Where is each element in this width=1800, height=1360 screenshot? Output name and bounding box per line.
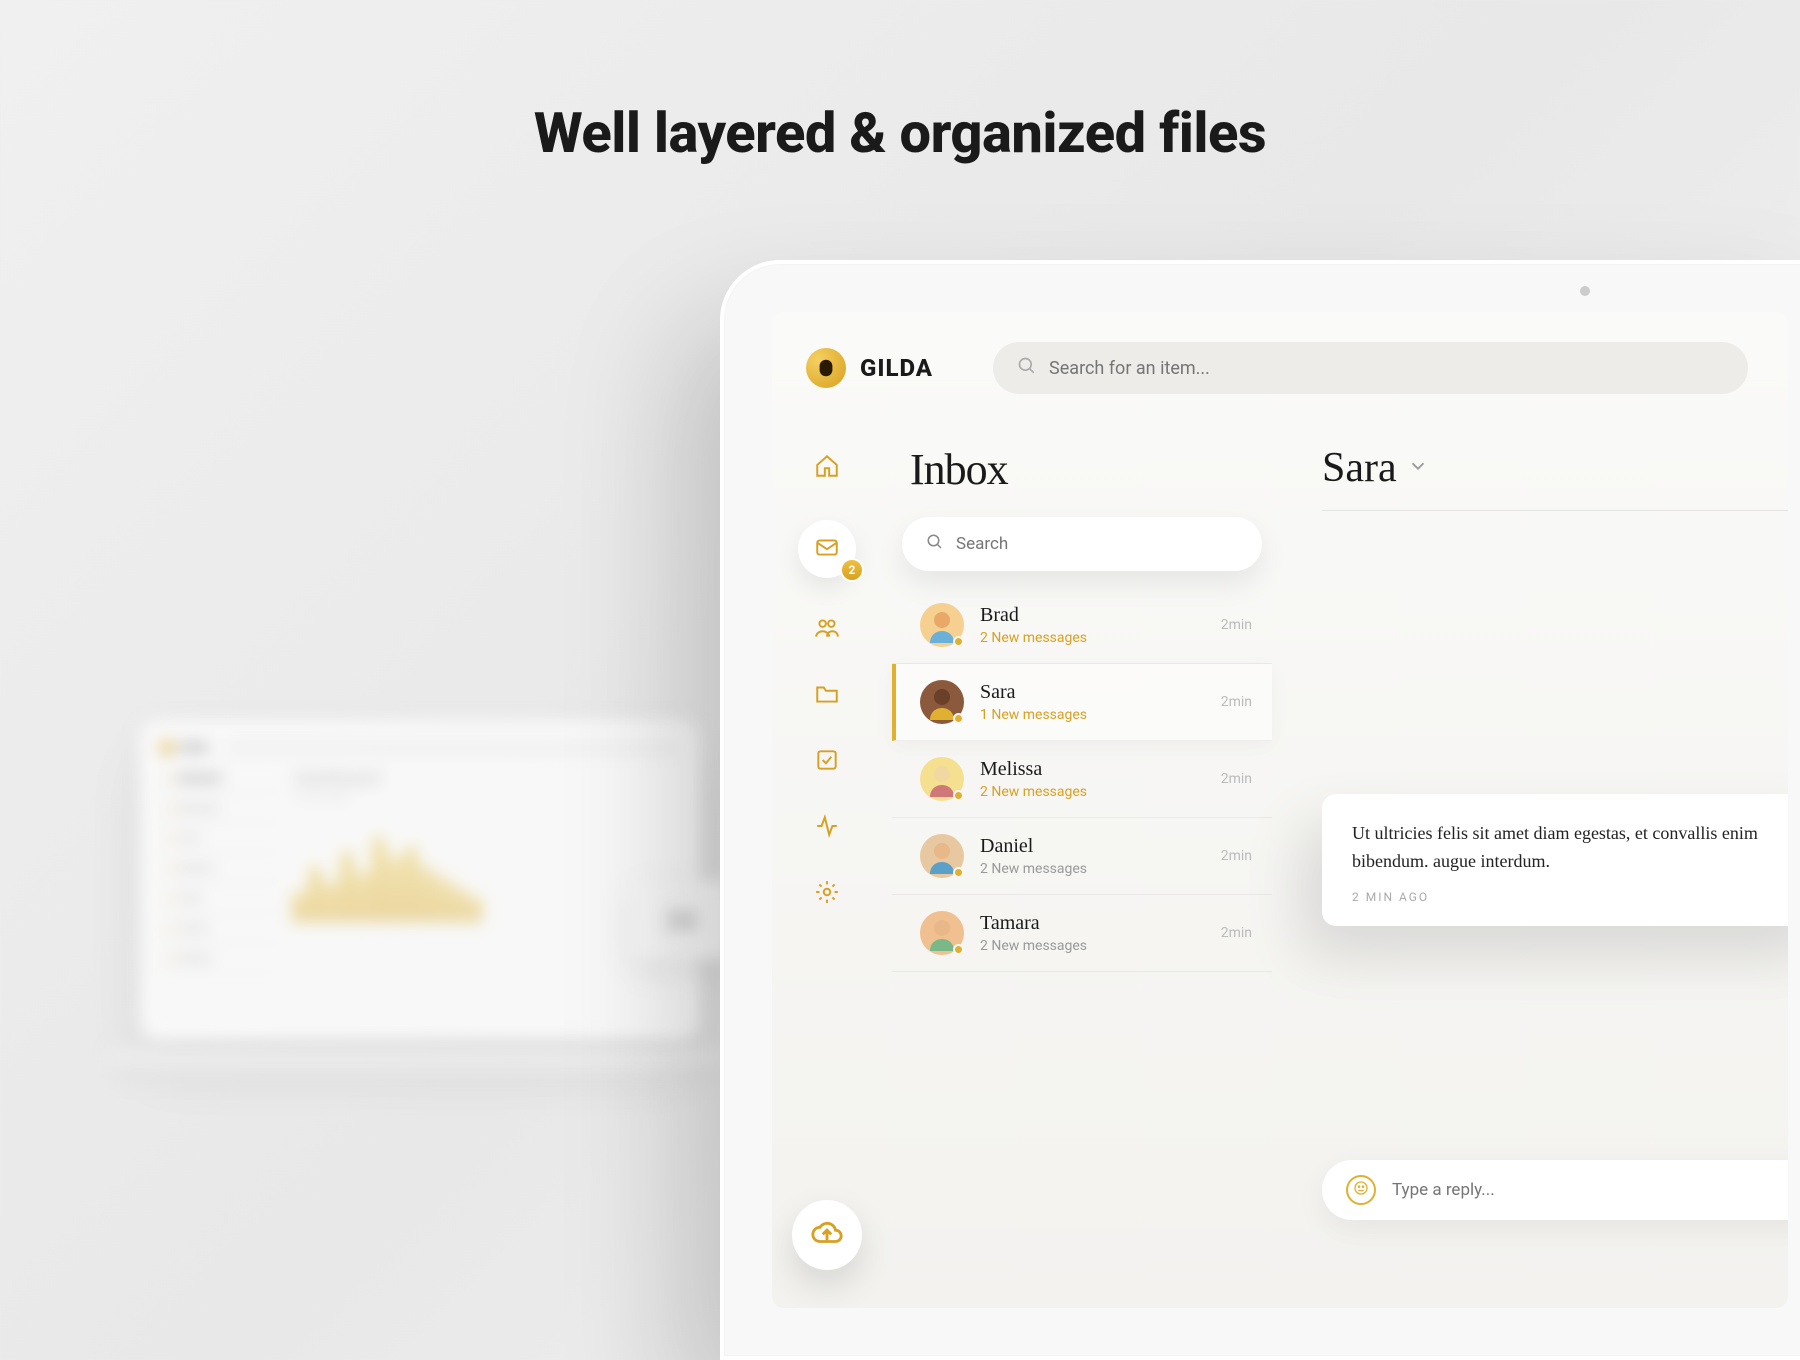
- top-bar: GILDA: [772, 312, 1788, 414]
- inbox-badge: 2: [840, 558, 864, 582]
- reply-bar[interactable]: [1322, 1160, 1788, 1220]
- bg-page-title: Dashboard: [294, 768, 680, 789]
- chat-header[interactable]: Sara: [1322, 434, 1788, 511]
- upload-button[interactable]: [792, 1200, 862, 1270]
- activity-icon: [814, 813, 840, 843]
- search-icon: [926, 533, 944, 555]
- conversation-list: Brad 2 New messages 2min Sara 1 New mess…: [892, 587, 1272, 972]
- conversation-preview: 2 New messages: [980, 938, 1205, 954]
- conversation-preview: 2 New messages: [980, 630, 1205, 646]
- brand-name: GILDA: [860, 354, 933, 382]
- brand[interactable]: GILDA: [806, 348, 933, 388]
- inbox-title: Inbox: [910, 444, 1272, 495]
- conversation-name: Sara: [980, 681, 1205, 704]
- bg-page-subtitle: Overall progress: [294, 793, 680, 802]
- global-search[interactable]: [993, 342, 1748, 394]
- conversation-time: 2min: [1221, 848, 1252, 864]
- conversation-preview: 2 New messages: [980, 861, 1205, 877]
- conversation-preview: 1 New messages: [980, 707, 1205, 723]
- avatar: [920, 834, 964, 878]
- nav-home[interactable]: [813, 454, 841, 482]
- conversation-time: 2min: [1221, 617, 1252, 633]
- conversation-item[interactable]: Brad 2 New messages 2min: [892, 587, 1272, 664]
- inbox-panel: Inbox Brad 2 New messages 2min: [882, 414, 1292, 1300]
- conversation-name: Melissa: [980, 758, 1205, 781]
- message-timestamp: 2 MIN AGO: [1352, 890, 1788, 904]
- nav-tasks[interactable]: [813, 748, 841, 776]
- global-search-input[interactable]: [1049, 358, 1724, 379]
- cloud-upload-icon: [810, 1216, 844, 1254]
- owl-logo-icon: [806, 348, 846, 388]
- message-text: Ut ultricies felis sit amet diam egestas…: [1352, 820, 1788, 876]
- nav-inbox[interactable]: 2: [798, 520, 856, 578]
- smile-icon: [1353, 1180, 1369, 1200]
- conversation-item[interactable]: Daniel 2 New messages 2min: [892, 818, 1272, 895]
- nav-people[interactable]: [813, 616, 841, 644]
- nav-activity[interactable]: [813, 814, 841, 842]
- bg-chart: [294, 812, 680, 932]
- home-icon: [814, 453, 840, 483]
- people-icon: [814, 615, 840, 645]
- message-bubble: Ut ultricies felis sit amet diam egestas…: [1322, 794, 1788, 926]
- bg-stat-card: 34: [630, 880, 730, 960]
- reply-input[interactable]: [1392, 1180, 1788, 1200]
- checkbox-icon: [814, 747, 840, 777]
- avatar: [920, 603, 964, 647]
- conversation-name: Brad: [980, 604, 1205, 627]
- avatar: [920, 757, 964, 801]
- side-nav: 2: [772, 414, 882, 1300]
- conversation-name: Daniel: [980, 835, 1205, 858]
- chevron-down-icon[interactable]: [1407, 455, 1429, 481]
- folder-icon: [814, 681, 840, 711]
- promo-headline: Well layered & organized files: [0, 100, 1800, 166]
- avatar: [920, 680, 964, 724]
- background-laptop-mockup: GILDA Dashboard Messages Team Calendar T…: [140, 720, 700, 1080]
- search-icon: [1017, 356, 1037, 381]
- conversation-item[interactable]: Sara 1 New messages 2min: [892, 664, 1272, 741]
- conversation-time: 2min: [1221, 771, 1252, 787]
- avatar: [920, 911, 964, 955]
- chat-title: Sara: [1322, 444, 1397, 492]
- inbox-search[interactable]: [902, 517, 1262, 571]
- gear-icon: [814, 879, 840, 909]
- chat-panel: Sara Ut ultricies felis sit amet diam eg…: [1292, 414, 1788, 1300]
- emoji-button[interactable]: [1346, 1175, 1376, 1205]
- mail-icon: [814, 534, 840, 564]
- conversation-item[interactable]: Melissa 2 New messages 2min: [892, 741, 1272, 818]
- conversation-item[interactable]: Tamara 2 New messages 2min: [892, 895, 1272, 972]
- nav-files[interactable]: [813, 682, 841, 710]
- conversation-preview: 2 New messages: [980, 784, 1205, 800]
- bg-brand-name: GILDA: [180, 743, 208, 754]
- foreground-device-frame: GILDA 2: [720, 260, 1800, 1360]
- inbox-search-input[interactable]: [956, 534, 1238, 554]
- nav-settings[interactable]: [813, 880, 841, 908]
- conversation-time: 2min: [1221, 694, 1252, 710]
- conversation-time: 2min: [1221, 925, 1252, 941]
- bg-sidebar: Dashboard Messages Team Calendar Tasks A…: [160, 768, 280, 1020]
- conversation-name: Tamara: [980, 912, 1205, 935]
